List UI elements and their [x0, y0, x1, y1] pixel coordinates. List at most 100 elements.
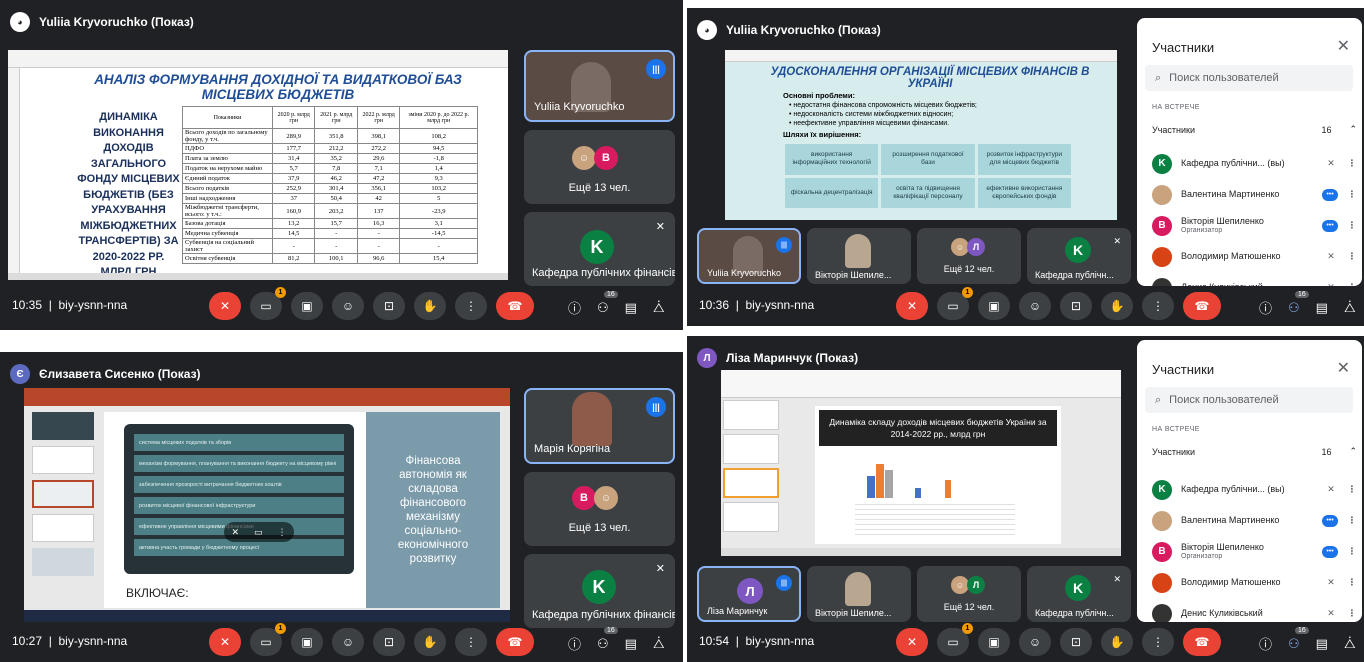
more-icon[interactable]: ⋮: [1347, 608, 1357, 619]
participant-row[interactable]: Володимир Матюшенко ✕ ⋮: [1152, 241, 1357, 272]
more-icon[interactable]: ⋮: [1347, 158, 1357, 169]
info-icon[interactable]: ⓘ: [568, 634, 581, 653]
end-call-button[interactable]: ☎: [496, 628, 534, 656]
emoji-button[interactable]: ☺: [1019, 628, 1051, 656]
more-icon[interactable]: ⋮: [1347, 189, 1357, 200]
more-options-button[interactable]: ⋮: [455, 628, 487, 656]
thumbnail[interactable]: [723, 400, 779, 430]
tile-dept[interactable]: ✕ K Кафедра публічн...: [1027, 228, 1131, 284]
raise-hand-button[interactable]: ✋: [414, 292, 446, 320]
participants-group[interactable]: Участники 16 ⌃: [1152, 446, 1357, 457]
search-input[interactable]: ⌕ Поиск пользователей: [1145, 65, 1353, 91]
present-button[interactable]: ⊡: [373, 292, 405, 320]
thumbnail[interactable]: [32, 514, 94, 542]
participant-row[interactable]: Валентина Мартиненко ••• ⋮: [1152, 179, 1357, 210]
tile-speaker[interactable]: ||| Марія Корягіна: [524, 388, 675, 464]
tile-dept[interactable]: ✕ K Кафедра публічних фінансів: [524, 212, 675, 286]
present-button[interactable]: ⊡: [1060, 292, 1092, 320]
more-icon[interactable]: ⋮: [1347, 484, 1357, 495]
search-input[interactable]: ⌕ Поиск пользователей: [1145, 387, 1353, 413]
thumbnail[interactable]: [723, 502, 779, 532]
activities-icon[interactable]: ⧊: [653, 636, 665, 652]
tile-participant[interactable]: Вікторія Шепиле...: [807, 228, 911, 284]
participant-row[interactable]: В Вікторія Шепиленко Организатор ••• ⋮: [1152, 536, 1357, 567]
participant-row[interactable]: K Кафедра публічни... (вы) ✕ ⋮: [1152, 474, 1357, 505]
mic-button[interactable]: ✕: [209, 628, 241, 656]
more-options-button[interactable]: ⋮: [1142, 292, 1174, 320]
more-icon[interactable]: ⋮: [1347, 546, 1357, 557]
chat-icon[interactable]: ▤: [1316, 300, 1328, 316]
mic-button[interactable]: ✕: [896, 292, 928, 320]
more-options-button[interactable]: ⋮: [1142, 628, 1174, 656]
captions-button[interactable]: ▣: [978, 628, 1010, 656]
info-icon[interactable]: ⓘ: [568, 298, 581, 317]
end-call-button[interactable]: ☎: [496, 292, 534, 320]
raise-hand-button[interactable]: ✋: [414, 628, 446, 656]
more-icon[interactable]: ⋮: [1347, 220, 1357, 231]
chat-icon[interactable]: ▤: [625, 636, 637, 652]
emoji-button[interactable]: ☺: [332, 628, 364, 656]
participant-row[interactable]: В Вікторія Шепиленко Организатор ••• ⋮: [1152, 210, 1357, 241]
more-icon[interactable]: ⋮: [1347, 577, 1357, 588]
speaking-dots-icon: •••: [1322, 188, 1338, 201]
participant-row[interactable]: Володимир Матюшенко ✕ ⋮: [1152, 567, 1357, 598]
mic-off-icon[interactable]: ✕: [231, 527, 239, 538]
people-icon[interactable]: ⚇ 16: [1288, 626, 1309, 652]
thumbnail[interactable]: [32, 412, 94, 440]
chat-icon[interactable]: ▤: [625, 300, 637, 316]
thumbnail[interactable]: [32, 480, 94, 508]
present-button[interactable]: ⊡: [373, 628, 405, 656]
thumbnail[interactable]: [723, 468, 779, 498]
camera-button[interactable]: ▭ 1: [250, 623, 286, 656]
people-icon[interactable]: ⚇ 16: [597, 626, 618, 652]
raise-hand-button[interactable]: ✋: [1101, 292, 1133, 320]
end-call-button[interactable]: ☎: [1183, 628, 1221, 656]
activities-icon[interactable]: ⧊: [1344, 300, 1356, 316]
tile-more[interactable]: ☺ Л Ещё 12 чел.: [917, 228, 1021, 284]
camera-button[interactable]: ▭ 1: [937, 287, 973, 320]
info-icon[interactable]: ⓘ: [1259, 298, 1272, 317]
people-icon[interactable]: ⚇ 16: [597, 290, 618, 316]
people-icon[interactable]: ⚇ 16: [1288, 290, 1309, 316]
info-icon[interactable]: ⓘ: [1259, 634, 1272, 653]
activities-icon[interactable]: ⧊: [653, 300, 665, 316]
captions-button[interactable]: ▣: [291, 292, 323, 320]
end-call-button[interactable]: ☎: [1183, 292, 1221, 320]
emoji-button[interactable]: ☺: [332, 292, 364, 320]
camera-button[interactable]: ▭ 1: [937, 623, 973, 656]
video-off-icon[interactable]: ▭: [254, 527, 263, 538]
captions-button[interactable]: ▣: [291, 628, 323, 656]
participant-row[interactable]: Валентина Мартиненко ••• ⋮: [1152, 505, 1357, 536]
more-icon[interactable]: ⋮: [1347, 515, 1357, 526]
present-button[interactable]: ⊡: [1060, 628, 1092, 656]
tile-more[interactable]: ☺ В Ещё 13 чел.: [524, 130, 675, 204]
close-icon[interactable]: ✕: [1337, 358, 1350, 378]
tile-more[interactable]: В ☺ Ещё 13 чел.: [524, 472, 675, 546]
tile-self[interactable]: ||| Yuliia Kryvoruchko: [697, 228, 801, 284]
participant-row[interactable]: K Кафедра публічни... (вы) ✕ ⋮: [1152, 148, 1357, 179]
participant-row[interactable]: Денис Куликівський✕⋮: [1152, 272, 1357, 286]
mic-button[interactable]: ✕: [896, 628, 928, 656]
captions-button[interactable]: ▣: [978, 292, 1010, 320]
close-icon[interactable]: ✕: [1337, 36, 1350, 56]
tile-speaker[interactable]: Л ||| Ліза Маринчук: [697, 566, 801, 622]
participants-group[interactable]: Участники 16 ⌃: [1152, 124, 1357, 135]
mic-button[interactable]: ✕: [209, 292, 241, 320]
more-icon[interactable]: ⋮: [1347, 251, 1357, 262]
thumbnail[interactable]: [32, 446, 94, 474]
tile-more[interactable]: ☺ Л Ещё 12 чел.: [917, 566, 1021, 622]
thumbnail[interactable]: [723, 434, 779, 464]
tile-dept[interactable]: ✕ K Кафедра публічн...: [1027, 566, 1131, 622]
tile-participant[interactable]: Вікторія Шепиле...: [807, 566, 911, 622]
more-options-button[interactable]: ⋮: [455, 292, 487, 320]
tile-self[interactable]: ||| Yuliia Kryvoruchko: [524, 50, 675, 122]
chat-icon[interactable]: ▤: [1316, 636, 1328, 652]
tile-dept[interactable]: ✕ K Кафедра публічних фінансів: [524, 554, 675, 628]
emoji-button[interactable]: ☺: [1019, 292, 1051, 320]
more-icon[interactable]: ⋮: [277, 527, 286, 538]
activities-icon[interactable]: ⧊: [1344, 636, 1356, 652]
participant-row[interactable]: Денис Куликівський✕⋮: [1152, 598, 1357, 622]
raise-hand-button[interactable]: ✋: [1101, 628, 1133, 656]
camera-button[interactable]: ▭ 1: [250, 287, 286, 320]
thumbnail[interactable]: [32, 548, 94, 576]
